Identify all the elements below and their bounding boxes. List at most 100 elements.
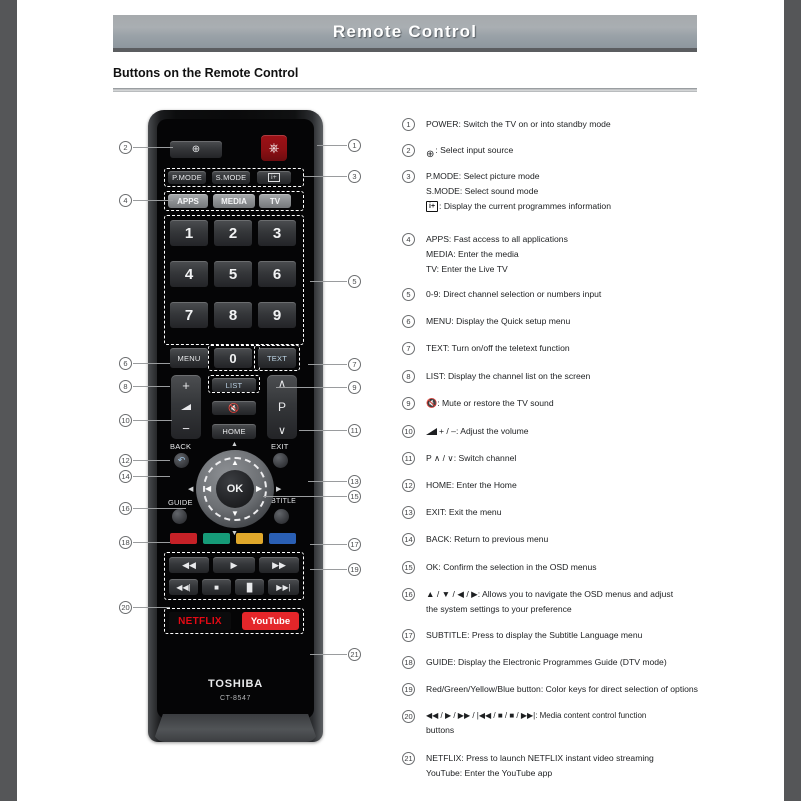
dpad-up-outer-icon: ▲ <box>231 441 238 448</box>
legend-line: P.MODE: Select picture mode <box>426 171 540 181</box>
ok-label: OK <box>226 483 244 495</box>
legend-line-text: : Display the current programmes informa… <box>439 200 611 211</box>
callout-9: 9 <box>348 381 361 394</box>
dpad[interactable]: ▲ ▼ ◀ ▶ OK <box>196 450 274 528</box>
callout-16: 16 <box>119 502 132 515</box>
dpad-down-icon[interactable]: ▼ <box>231 510 239 518</box>
number-button-3[interactable]: 3 <box>258 220 296 246</box>
callout-7: 7 <box>348 358 361 371</box>
guide-button[interactable] <box>172 509 187 524</box>
channel-rocker[interactable]: ∧ P ∨ <box>267 375 297 439</box>
number-button-5[interactable]: 5 <box>214 261 252 287</box>
callout-lead <box>308 364 347 365</box>
media-label: MEDIA <box>221 196 247 206</box>
legend-item-1: 1 POWER: Switch the TV on or into standb… <box>402 117 611 132</box>
legend-line: the system settings to your preference <box>426 603 572 614</box>
legend-text: HOME: Enter the Home <box>426 478 517 493</box>
number-label: 7 <box>184 306 194 324</box>
media-button[interactable]: MEDIA <box>213 194 255 208</box>
home-button[interactable]: HOME <box>212 424 256 439</box>
netflix-button[interactable]: NETFLIX <box>169 612 231 630</box>
list-button[interactable]: LIST <box>212 378 256 392</box>
callout-lead <box>133 200 173 201</box>
callout-3: 3 <box>348 170 361 183</box>
callout-10: 10 <box>119 414 132 427</box>
youtube-button[interactable]: YouTube <box>242 612 299 630</box>
power-button[interactable]: ⎈ <box>261 135 287 161</box>
tv-button[interactable]: TV <box>259 194 291 208</box>
callout-lead <box>133 420 172 421</box>
menu-button[interactable]: MENU <box>170 348 208 368</box>
previous-button[interactable]: ◀◀| <box>169 579 198 595</box>
pmode-button[interactable]: P.MODE <box>168 171 206 184</box>
legend-line: MENU: Display the Quick setup menu <box>426 316 571 326</box>
source-button[interactable]: ⊕ <box>170 141 222 158</box>
callout-19: 19 <box>348 563 361 576</box>
callout-lead <box>308 481 347 482</box>
volume-down-label[interactable]: − <box>182 421 190 436</box>
volume-icon <box>181 404 191 410</box>
ok-button[interactable]: OK <box>216 470 254 508</box>
number-button-0[interactable]: 0 <box>214 348 252 368</box>
mute-button[interactable]: 🔇 <box>212 401 256 415</box>
dpad-up-icon[interactable]: ▲ <box>231 459 239 467</box>
play-button[interactable]: ▶ <box>213 557 255 573</box>
legend-number: 9 <box>402 397 415 410</box>
callout-lead <box>133 607 170 608</box>
legend-number: 19 <box>402 683 415 696</box>
dpad-left-icon[interactable]: ◀ <box>205 485 211 493</box>
number-button-2[interactable]: 2 <box>214 220 252 246</box>
brand-label: TOSHIBA <box>208 678 263 690</box>
subtitle-button[interactable] <box>274 509 289 524</box>
number-button-7[interactable]: 7 <box>170 302 208 328</box>
legend-line: ◀◀ / ▶ / ▶▶ / |◀◀ / ■ / ■ / ▶▶|: Media c… <box>426 711 647 720</box>
smode-label: S.MODE <box>215 173 247 182</box>
number-button-8[interactable]: 8 <box>214 302 252 328</box>
legend-item-19: 19 Red/Green/Yellow/Blue button: Color k… <box>402 682 698 697</box>
legend-number: 14 <box>402 533 415 546</box>
page-title: Remote Control <box>332 22 478 41</box>
channel-up-label[interactable]: ∧ <box>278 377 286 390</box>
fastforward-button[interactable]: ▶▶ <box>259 557 299 573</box>
dpad-right-outer-icon: ▶ <box>276 486 282 493</box>
color-key-yellow[interactable] <box>236 533 263 544</box>
rewind-button[interactable]: ◀◀ <box>169 557 209 573</box>
volume-up-label[interactable]: + <box>182 378 190 393</box>
number-button-6[interactable]: 6 <box>258 261 296 287</box>
remote-face: ⊕ ⎈ P.MODE S.MODE i+ APPS MEDIA TV 1 2 3… <box>157 119 314 719</box>
back-button[interactable]: ↶ <box>174 453 189 468</box>
dpad-right-icon[interactable]: ▶ <box>256 485 262 493</box>
callout-1: 1 <box>348 139 361 152</box>
back-arrow-icon: ↶ <box>177 455 186 465</box>
color-key-blue[interactable] <box>269 533 296 544</box>
channel-down-label[interactable]: ∨ <box>278 424 286 437</box>
number-button-9[interactable]: 9 <box>258 302 296 328</box>
color-key-green[interactable] <box>203 533 230 544</box>
pause-button[interactable]: ▐▌ <box>235 579 264 595</box>
exit-button[interactable] <box>273 453 288 468</box>
next-button[interactable]: ▶▶| <box>268 579 299 595</box>
text-button[interactable]: TEXT <box>258 348 296 368</box>
model-label: CT-8547 <box>219 695 252 702</box>
number-label: 5 <box>228 265 238 283</box>
stop-button[interactable]: ■ <box>202 579 231 595</box>
apps-button[interactable]: APPS <box>168 194 208 208</box>
legend-item-5: 5 0-9: Direct channel selection or numbe… <box>402 287 601 302</box>
callout-lead <box>133 476 170 477</box>
legend-text: ◀◀ / ▶ / ▶▶ / |◀◀ / ■ / ■ / ▶▶|: Media c… <box>426 709 646 738</box>
volume-rocker[interactable]: + − <box>171 375 201 439</box>
legend-line: TV: Enter the Live TV <box>426 263 508 274</box>
legend-item-11: 11 P ∧ / ∨: Switch channel <box>402 451 516 466</box>
info-button[interactable]: i+ <box>257 171 291 184</box>
number-button-4[interactable]: 4 <box>170 261 208 287</box>
legend-text: 0-9: Direct channel selection or numbers… <box>426 287 601 302</box>
color-key-red[interactable] <box>170 533 197 544</box>
stop-icon: ■ <box>214 582 219 592</box>
legend-line: P ∧ / ∨: Switch channel <box>426 453 517 463</box>
page-header-bar: Remote Control <box>113 15 697 52</box>
callout-21: 21 <box>348 648 361 661</box>
number-button-1[interactable]: 1 <box>170 220 208 246</box>
apps-label: APPS <box>177 196 199 206</box>
smode-button[interactable]: S.MODE <box>212 171 250 184</box>
callout-2: 2 <box>119 141 132 154</box>
